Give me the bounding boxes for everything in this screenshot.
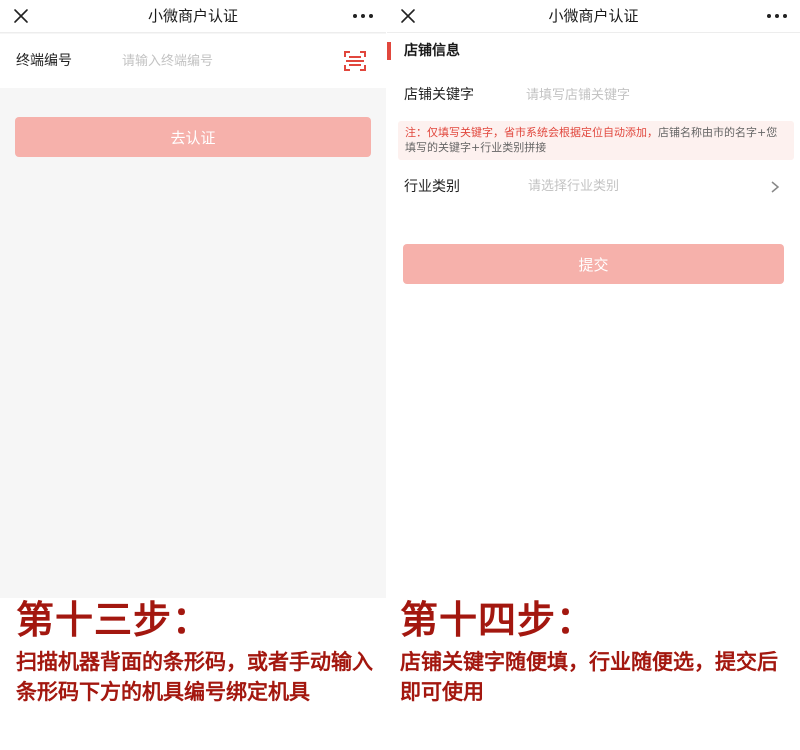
section-accent-bar (387, 42, 391, 60)
chevron-right-icon (771, 181, 780, 193)
close-icon[interactable] (399, 7, 417, 25)
keyword-notice: 注：仅填写关键字，省市系统会根据定位自动添加，店铺名称由市的名字+您填写的关键字… (398, 121, 794, 160)
notice-highlight: 注：仅填写关键字，省市系统会根据定位自动添加， (405, 126, 658, 139)
more-dots-icon[interactable] (352, 9, 374, 23)
left-phone-screen: 小微商户认证 终端编号 去认证 (0, 0, 386, 598)
industry-category-placeholder: 请选择行业类别 (528, 179, 620, 194)
terminal-number-input[interactable] (122, 48, 327, 74)
close-icon[interactable] (12, 7, 30, 25)
left-navbar: 小微商户认证 (0, 0, 386, 33)
right-page-title: 小微商户认证 (548, 7, 639, 25)
right-phone-screen: 小微商户认证 店铺信息 店铺关键字 注：仅填写关键字，省市系统会根据定位自动添加… (387, 0, 800, 598)
industry-category-select[interactable]: 请选择行业类别 (526, 164, 786, 210)
shop-info-section-header: 店铺信息 (387, 34, 800, 70)
step-14-description: 店铺关键字随便填，行业随便选，提交后即可使用 (400, 650, 778, 704)
submit-button[interactable]: 提交 (403, 244, 784, 284)
industry-category-label: 行业类别 (404, 179, 460, 195)
more-dots-icon[interactable] (766, 9, 788, 23)
verify-button[interactable]: 去认证 (15, 117, 371, 157)
industry-category-row: 行业类别 请选择行业类别 (387, 164, 800, 210)
shop-keyword-label: 店铺关键字 (404, 87, 474, 103)
step-14-title: 第十四步： (400, 598, 596, 642)
shop-keyword-row: 店铺关键字 (387, 72, 800, 118)
shop-keyword-input[interactable] (526, 82, 766, 108)
left-page-title: 小微商户认证 (147, 7, 238, 25)
terminal-number-row: 终端编号 (0, 34, 386, 88)
step-13-title: 第十三步： (16, 598, 212, 642)
step-13-description: 扫描机器背面的条形码，或者手动输入条形码下方的机具编号绑定机具 (16, 650, 373, 704)
terminal-number-label: 终端编号 (16, 53, 72, 69)
section-title: 店铺信息 (404, 43, 460, 59)
scan-icon[interactable] (343, 50, 367, 72)
right-navbar: 小微商户认证 (387, 0, 800, 33)
